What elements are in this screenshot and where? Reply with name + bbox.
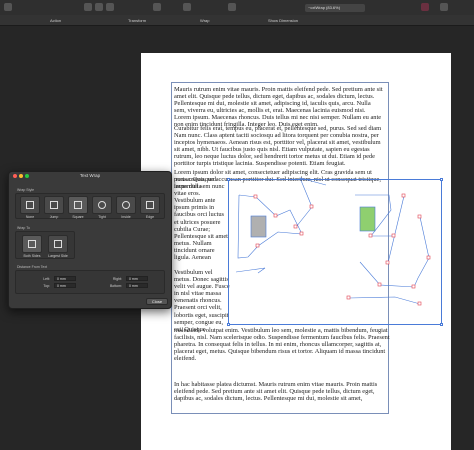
wrap-style-none[interactable] (20, 196, 40, 214)
wrap-style-jump[interactable] (44, 196, 64, 214)
distance-group: Left: 0 mm Top: 0 mm Right: 0 mm Bottom:… (15, 270, 165, 294)
wrap-style-inside[interactable] (116, 196, 136, 214)
wrap-style-edge-label: Edge (145, 215, 155, 219)
wrap-to-both-sides[interactable] (22, 235, 42, 253)
wrap-style-tight[interactable] (92, 196, 112, 214)
close-button[interactable]: Close (146, 298, 168, 305)
text-wrap-dialog: Text Wrap Wrap Style None Jump Square Ti… (8, 171, 172, 309)
wrap-to-largest-side[interactable] (48, 235, 68, 253)
wrap-style-label: Wrap Style (17, 188, 35, 192)
wrap-to-group: Both Sides Largest Side (15, 231, 75, 259)
wrap-style-square[interactable] (68, 196, 88, 214)
resize-handle[interactable] (227, 178, 230, 181)
resize-handle[interactable] (440, 323, 443, 326)
distance-from-text-label: Distance From Text (17, 265, 48, 269)
wrap-style-tight-label: Tight (98, 215, 106, 219)
wrap-style-jump-label: Jump (49, 215, 59, 219)
right-field[interactable]: 0 mm (126, 276, 148, 281)
wrap-style-inside-label: Inside (121, 215, 131, 219)
top-field[interactable]: 0 mm (54, 283, 76, 288)
selection-bounding-box[interactable] (228, 179, 442, 325)
wrap-style-square-label: Square (72, 215, 84, 219)
right-label: Right: (112, 277, 122, 281)
bottom-label: Bottom: (109, 284, 122, 288)
resize-handle[interactable] (227, 323, 230, 326)
left-label: Left: (43, 277, 50, 281)
dialog-title: Text Wrap (79, 173, 101, 178)
left-field[interactable]: 0 mm (54, 276, 76, 281)
resize-handle[interactable] (440, 178, 443, 181)
wrap-style-none-label: None (25, 215, 35, 219)
bottom-field[interactable]: 0 mm (126, 283, 148, 288)
top-label: Top: (43, 284, 50, 288)
largest-side-label: Largest Side (48, 254, 68, 258)
wrap-style-edge[interactable] (140, 196, 160, 214)
wrap-style-group: None Jump Square Tight Inside Edge (15, 193, 165, 219)
both-sides-label: Both Sides (23, 254, 41, 258)
wrap-to-label: Wrap To (17, 226, 30, 230)
